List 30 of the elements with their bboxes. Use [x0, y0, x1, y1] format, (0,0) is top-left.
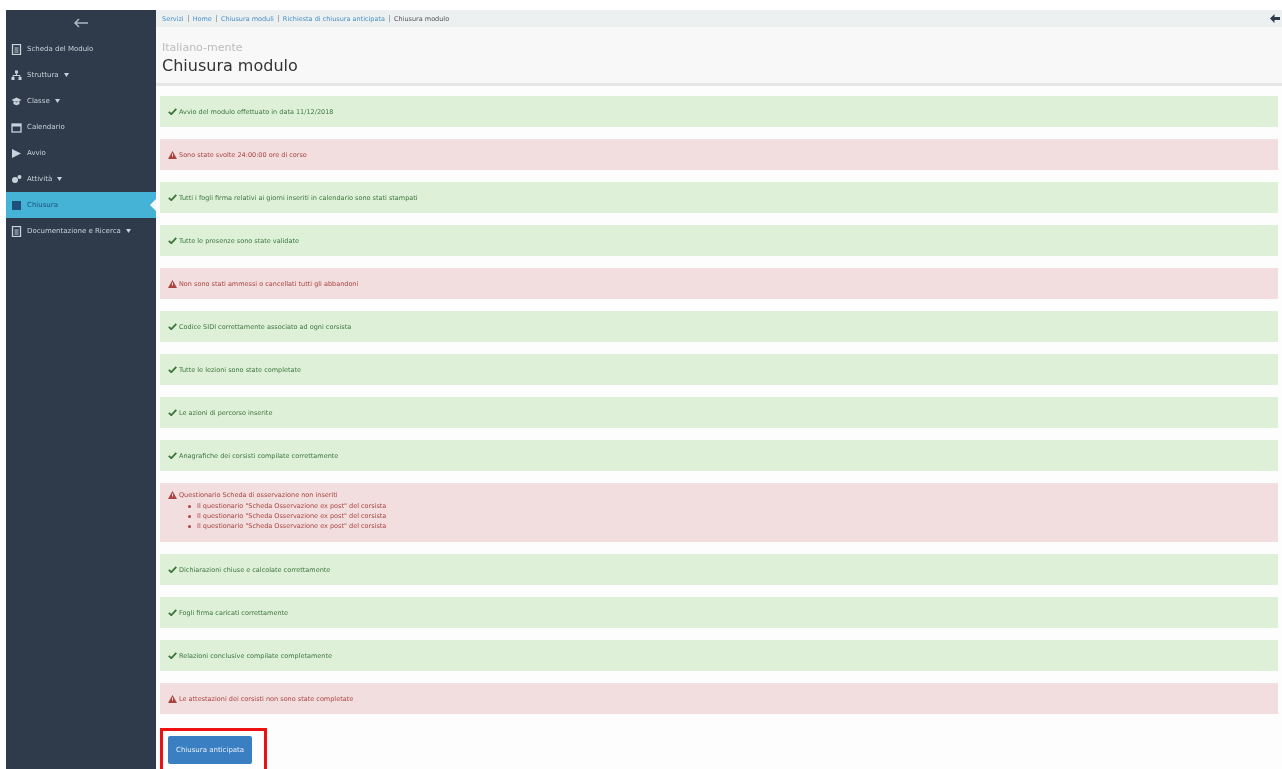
graduation-cap-icon	[11, 95, 22, 107]
square-icon	[11, 199, 22, 211]
back-arrow-icon[interactable]	[73, 18, 89, 28]
sitemap-icon	[11, 69, 22, 81]
warning-icon	[168, 491, 177, 499]
document-icon	[11, 225, 22, 237]
caret-icon	[57, 177, 63, 181]
calendar-icon	[11, 121, 22, 133]
page-title: Chiusura modulo	[162, 56, 299, 75]
module-subtitle: Italiano-mente	[162, 41, 244, 54]
warning-icon	[168, 150, 177, 159]
check-icon	[168, 566, 177, 573]
caret-icon	[54, 99, 60, 103]
check-icon	[168, 609, 177, 616]
warning-icon	[168, 279, 177, 288]
warning-icon	[168, 694, 177, 703]
back-arrow-icon[interactable]	[1270, 14, 1280, 23]
check-icon	[168, 409, 177, 416]
check-icon	[168, 237, 177, 244]
check-icon	[168, 366, 177, 373]
check-icon	[168, 323, 177, 330]
caret-icon	[125, 229, 131, 233]
check-icon	[168, 652, 177, 659]
check-icon	[168, 194, 177, 201]
caret-icon	[63, 73, 69, 77]
play-icon	[11, 147, 22, 159]
check-icon	[168, 108, 177, 115]
document-icon	[11, 43, 22, 55]
check-icon	[168, 452, 177, 459]
gears-icon	[11, 173, 22, 185]
